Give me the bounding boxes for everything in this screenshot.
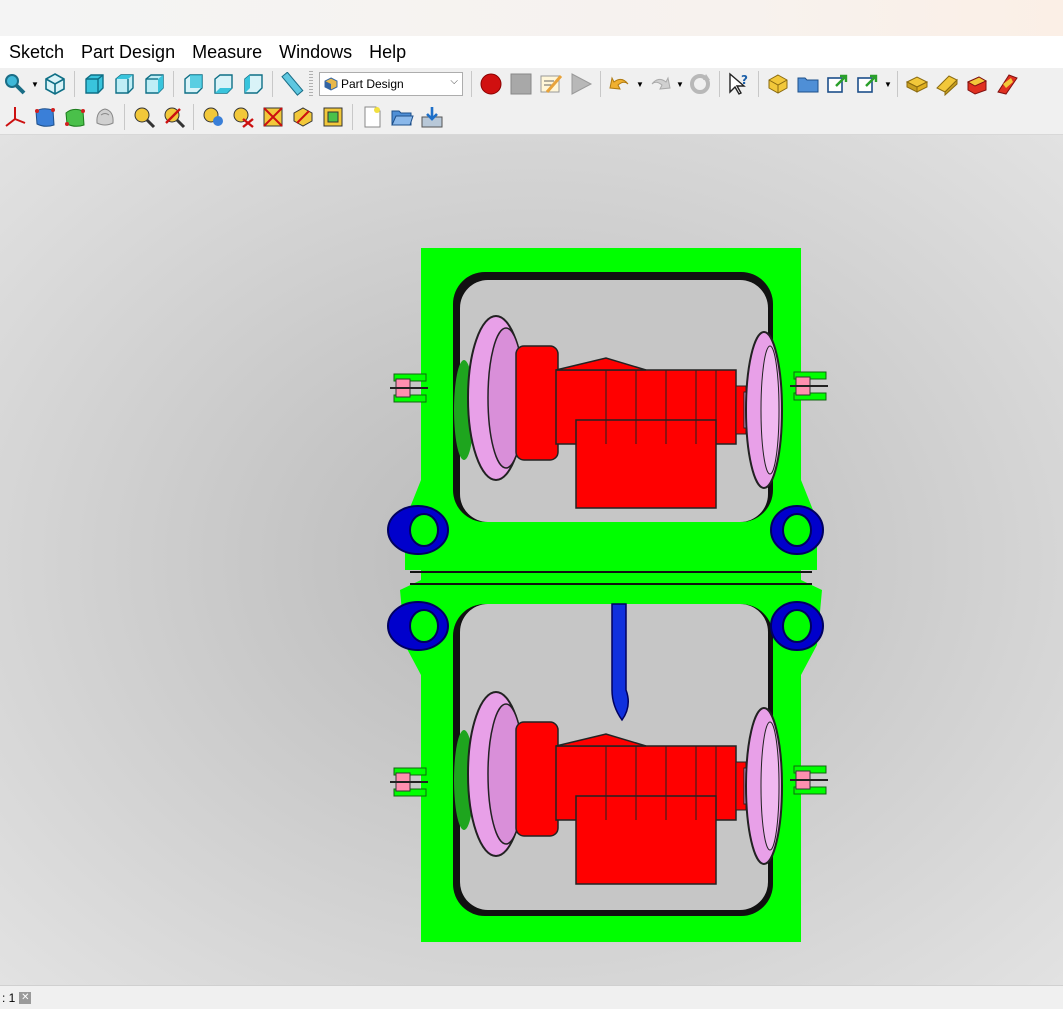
save-document-icon[interactable] xyxy=(417,103,447,131)
toolbar-separator xyxy=(600,71,601,97)
toolbar-separator xyxy=(272,71,273,97)
revolution-icon[interactable] xyxy=(962,70,992,98)
view-left-icon[interactable] xyxy=(238,70,268,98)
open-folder-icon[interactable] xyxy=(387,103,417,131)
view-front-icon[interactable] xyxy=(79,70,109,98)
view-rear-icon[interactable] xyxy=(178,70,208,98)
view-bottom-icon[interactable] xyxy=(208,70,238,98)
axis-cross-icon[interactable] xyxy=(0,103,30,131)
macro-edit-icon[interactable] xyxy=(536,70,566,98)
refresh-icon[interactable] xyxy=(685,70,715,98)
3d-viewport[interactable] xyxy=(0,135,1063,985)
group-icon[interactable] xyxy=(793,70,823,98)
redo-dropdown-icon[interactable]: ▼ xyxy=(675,70,685,98)
whats-this-icon[interactable]: ? xyxy=(724,70,754,98)
undo-dropdown-icon[interactable]: ▼ xyxy=(635,70,645,98)
measure-delta-icon[interactable] xyxy=(318,103,348,131)
document-tab[interactable]: : 1 ✕ xyxy=(0,990,32,1005)
menu-sketch[interactable]: Sketch xyxy=(0,36,72,68)
macro-stop-icon[interactable] xyxy=(506,70,536,98)
menubar: Sketch Part Design Measure Windows Help xyxy=(0,36,1063,68)
document-tab-label: : 1 xyxy=(2,990,16,1005)
redo-icon[interactable] xyxy=(645,70,675,98)
shape-green-icon[interactable] xyxy=(60,103,90,131)
toolbar-separator xyxy=(74,71,75,97)
toolbar-separator xyxy=(173,71,174,97)
link-dropdown-icon[interactable]: ▼ xyxy=(883,70,893,98)
groove-icon[interactable] xyxy=(992,70,1022,98)
view-right-icon[interactable] xyxy=(139,70,169,98)
macro-record-icon[interactable] xyxy=(476,70,506,98)
close-icon[interactable]: ✕ xyxy=(19,991,32,1004)
statusbar: : 1 ✕ xyxy=(0,985,1063,1009)
measure-3d-icon[interactable] xyxy=(288,103,318,131)
menu-part-design[interactable]: Part Design xyxy=(72,36,183,68)
view-top-icon[interactable] xyxy=(109,70,139,98)
menu-help[interactable]: Help xyxy=(360,36,414,68)
toolbar-separator xyxy=(193,104,194,130)
link-icon[interactable] xyxy=(823,70,853,98)
pocket-icon[interactable] xyxy=(932,70,962,98)
measure-refresh-icon[interactable] xyxy=(198,103,228,131)
new-document-icon[interactable] xyxy=(357,103,387,131)
toolbar-separator xyxy=(758,71,759,97)
toolbar-separator xyxy=(897,71,898,97)
toolbar-top: ▼ Part Design ⌵ ▼ ▼ ? ▼ xyxy=(0,68,1063,100)
workbench-selected-label: Part Design xyxy=(341,77,404,91)
shape-blue-icon[interactable] xyxy=(30,103,60,131)
toolbar-separator xyxy=(124,104,125,130)
part-design-icon xyxy=(324,77,338,91)
chevron-down-icon: ⌵ xyxy=(450,76,458,87)
part-icon[interactable] xyxy=(763,70,793,98)
macro-play-icon[interactable] xyxy=(566,70,596,98)
zoom-icon[interactable] xyxy=(0,70,30,98)
menu-windows[interactable]: Windows xyxy=(270,36,360,68)
workbench-selector[interactable]: Part Design ⌵ xyxy=(319,72,463,96)
undo-icon[interactable] xyxy=(605,70,635,98)
window-titlebar xyxy=(0,0,1063,36)
measure-clear-icon[interactable] xyxy=(228,103,258,131)
view-isometric-icon[interactable] xyxy=(40,70,70,98)
menu-measure[interactable]: Measure xyxy=(183,36,270,68)
zoom-dropdown-icon[interactable]: ▼ xyxy=(30,70,40,98)
cad-model[interactable] xyxy=(0,135,1063,985)
measure-ruler-icon[interactable] xyxy=(277,70,307,98)
toolbar-handle[interactable] xyxy=(309,71,313,97)
svg-text:?: ? xyxy=(741,73,748,87)
measure-toggle-icon[interactable] xyxy=(258,103,288,131)
pad-icon[interactable] xyxy=(902,70,932,98)
toolbar-separator xyxy=(471,71,472,97)
shape-gray-icon[interactable] xyxy=(90,103,120,131)
measure-angular-icon[interactable] xyxy=(159,103,189,131)
toolbar-bottom xyxy=(0,100,1063,135)
toolbar-separator xyxy=(719,71,720,97)
toolbar-separator xyxy=(352,104,353,130)
measure-linear-icon[interactable] xyxy=(129,103,159,131)
link-actions-icon[interactable] xyxy=(853,70,883,98)
